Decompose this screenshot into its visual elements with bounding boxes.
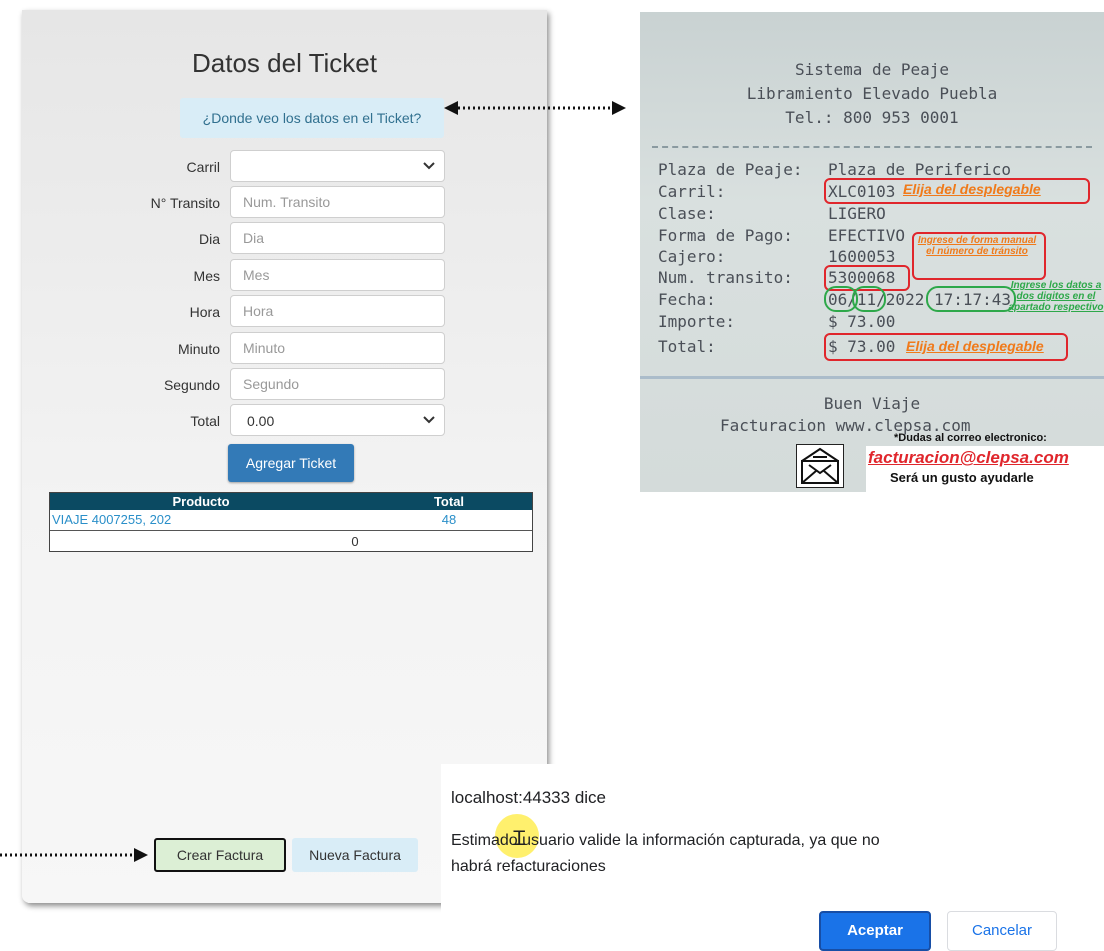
- gusto-text: Será un gusto ayudarle: [890, 470, 1034, 485]
- hora-field[interactable]: [230, 295, 445, 327]
- mail-icon: [801, 447, 839, 484]
- hora-label: Hora: [189, 304, 220, 320]
- ticket-divider: [652, 146, 1092, 148]
- chevron-down-icon: [423, 416, 435, 424]
- double-arrow-icon: [444, 101, 626, 115]
- ticket-label: Cajero:: [658, 247, 726, 266]
- ticket-label: Plaza de Peaje:: [658, 160, 803, 179]
- tickets-table: Producto Total VIAJE 4007255, 202 48 0: [49, 492, 533, 552]
- ticket-label: Importe:: [658, 312, 736, 331]
- select-annotation-total: Elija del desplegable: [906, 338, 1044, 354]
- ticket-header-line: Libramiento Elevado Puebla: [746, 84, 998, 103]
- total-label: Total: [190, 413, 220, 429]
- dia-label: Dia: [198, 231, 220, 247]
- table-row[interactable]: VIAJE 4007255, 202 48: [50, 510, 532, 531]
- arrow-right-icon: [0, 848, 148, 862]
- ticket-value: EFECTIVO: [828, 226, 906, 245]
- cancel-button[interactable]: Cancelar: [947, 911, 1057, 951]
- transito-label: N° Transito: [150, 195, 220, 211]
- ticket-value: $ 73.00: [828, 312, 896, 331]
- text-cursor-icon: Ꮖ: [513, 828, 527, 850]
- ticket-divider: [640, 376, 1104, 379]
- carril-select[interactable]: [230, 150, 445, 182]
- table-footer: 0: [50, 531, 532, 551]
- crear-factura-button[interactable]: Crear Factura: [154, 838, 286, 872]
- ticket-footer-line: Buen Viaje: [823, 394, 921, 413]
- select-annotation: Elija del desplegable: [903, 181, 1041, 197]
- mes-highlight: [852, 286, 886, 312]
- dates-annotation: Ingrese los datos a dos digitos en el ap…: [1008, 280, 1104, 313]
- nueva-factura-button[interactable]: Nueva Factura: [292, 838, 418, 872]
- column-header-total: Total: [433, 494, 465, 509]
- dia-input[interactable]: [231, 223, 444, 253]
- ticket-label: Total:: [658, 337, 716, 356]
- confirm-dialog: localhost:44333 dice Estimado usuario va…: [441, 764, 1104, 951]
- ticket-label: Fecha:: [658, 290, 716, 309]
- ticket-label: Clase:: [658, 204, 716, 223]
- mail-icon-box: [796, 444, 844, 488]
- dudas-text: *Dudas al correo electronico:: [894, 432, 1047, 444]
- footer-total: 0: [351, 534, 359, 549]
- ticket-header-line: Tel.: 800 953 0001: [785, 108, 959, 127]
- add-ticket-button[interactable]: Agregar Ticket: [228, 444, 354, 482]
- table-header: Producto Total: [50, 493, 532, 510]
- manual-annotation: Ingrese de forma manual el número de trá…: [917, 235, 1037, 257]
- dia-field[interactable]: [230, 222, 445, 254]
- email-link[interactable]: facturacion@clepsa.com: [868, 448, 1069, 468]
- chevron-down-icon: [423, 162, 435, 170]
- minuto-field[interactable]: [230, 332, 445, 364]
- ticket-value: LIGERO: [828, 204, 886, 223]
- ticket-header-line: Sistema de Peaje: [794, 60, 950, 79]
- ticket-label: Num. transito:: [658, 268, 793, 287]
- ticket-label: Forma de Pago:: [658, 226, 793, 245]
- accept-button[interactable]: Aceptar: [819, 911, 931, 951]
- segundo-input[interactable]: [231, 369, 444, 399]
- transito-input[interactable]: [231, 187, 444, 217]
- total-value: 0.00: [247, 413, 275, 429]
- segundo-label: Segundo: [163, 377, 220, 393]
- transito-field[interactable]: [230, 186, 445, 218]
- minuto-input[interactable]: [231, 333, 444, 363]
- ticket-help-button[interactable]: ¿Donde veo los datos en el Ticket?: [180, 98, 444, 138]
- hora-input[interactable]: [231, 296, 444, 326]
- dialog-title: localhost:44333 dice: [451, 788, 607, 807]
- ticket-value: 1600053: [828, 247, 896, 266]
- segundo-field[interactable]: [230, 368, 445, 400]
- minuto-label: Minuto: [177, 341, 220, 357]
- ticket-image: Sistema de Peaje Libramiento Elevado Pue…: [640, 12, 1104, 492]
- ticket-label: Carril:: [658, 182, 726, 201]
- form-title: Datos del Ticket: [192, 48, 377, 78]
- mes-label: Mes: [193, 268, 220, 284]
- ticket-value: Plaza de Periferico: [828, 160, 1012, 179]
- mes-field[interactable]: [230, 259, 445, 291]
- hora-highlight: [926, 286, 1016, 312]
- cell-producto: VIAJE 4007255, 202: [52, 512, 172, 527]
- column-header-producto: Producto: [172, 494, 230, 509]
- mes-input[interactable]: [231, 260, 444, 290]
- cell-total: 48: [441, 512, 457, 527]
- total-select[interactable]: 0.00: [230, 404, 445, 436]
- carril-label: Carril: [186, 159, 220, 175]
